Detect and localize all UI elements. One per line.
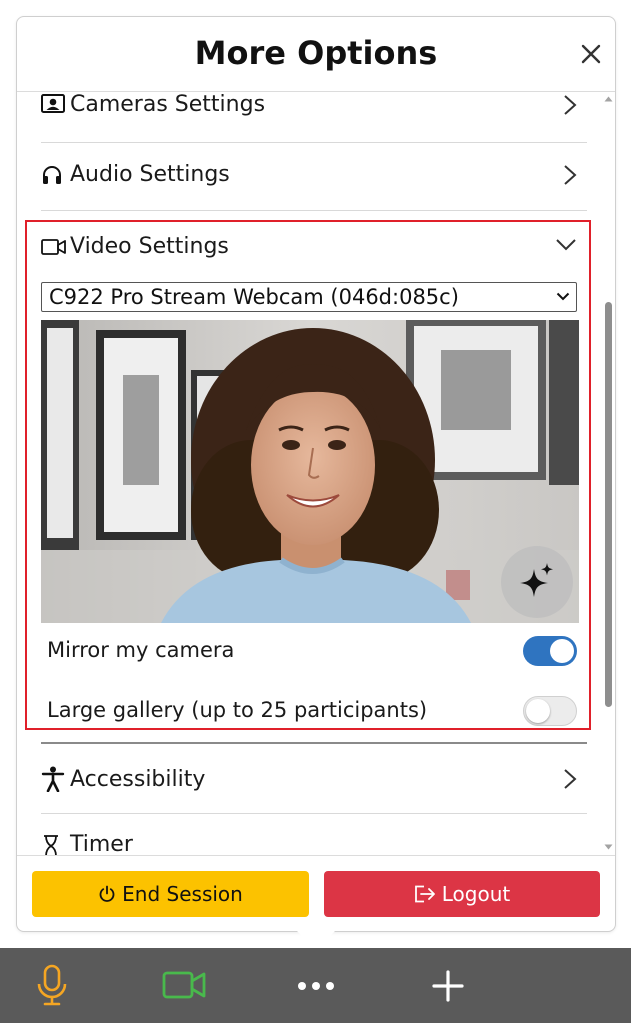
menu-item-label: Video Settings: [70, 234, 229, 259]
divider: [41, 813, 587, 814]
menu-item-timer[interactable]: Timer: [41, 820, 587, 856]
power-icon: [99, 885, 115, 902]
options-scroll-area: Cameras Settings Audio Settings Video Se…: [17, 92, 615, 856]
menu-item-accessibility[interactable]: Accessibility: [41, 746, 587, 812]
menu-item-cameras-settings[interactable]: Cameras Settings: [41, 92, 587, 156]
camera-preview-image: [41, 320, 579, 623]
divider: [41, 142, 587, 143]
person-accessibility-icon: [41, 766, 65, 792]
mirror-camera-toggle[interactable]: [523, 636, 577, 666]
close-icon: [581, 44, 601, 64]
sparkles-icon: [520, 563, 553, 597]
scrollbar-thumb[interactable]: [605, 302, 612, 707]
large-gallery-label: Large gallery (up to 25 participants): [47, 698, 428, 722]
toggle-knob: [550, 639, 574, 663]
menu-item-video-settings[interactable]: Video Settings: [41, 226, 577, 266]
mirror-camera-label: Mirror my camera: [47, 638, 235, 662]
chevron-right-icon: [564, 769, 577, 789]
toggle-knob: [526, 699, 550, 723]
menu-item-label: Accessibility: [70, 767, 206, 792]
camera-preview: [41, 320, 579, 623]
mirror-camera-row: Mirror my camera: [47, 632, 577, 672]
options-scrollbar[interactable]: [603, 92, 613, 856]
camera-select-value: C922 Pro Stream Webcam (046d:085c): [49, 285, 459, 309]
logout-button[interactable]: Logout: [324, 871, 600, 917]
camera-icon: [162, 971, 206, 999]
camera-select[interactable]: C922 Pro Stream Webcam (046d:085c): [41, 282, 577, 312]
bottom-toolbar: [0, 948, 631, 1023]
microphone-button[interactable]: [22, 962, 82, 1010]
chevron-down-icon: [556, 292, 570, 301]
camera-button[interactable]: [154, 962, 214, 1010]
panel-footer: End Session Logout: [17, 855, 615, 932]
plus-icon: [432, 970, 464, 1002]
menu-item-label: Timer: [70, 832, 133, 856]
video-camera-icon: [41, 239, 66, 255]
logout-icon: [414, 885, 435, 903]
menu-item-label: Audio Settings: [70, 162, 230, 187]
scroll-down-arrow-icon: [604, 844, 613, 850]
headphones-icon: [43, 166, 61, 184]
hourglass-icon: [44, 835, 58, 856]
divider: [41, 742, 587, 744]
logout-label: Logout: [441, 882, 511, 906]
background-effects-button[interactable]: [501, 546, 573, 618]
panel-title: More Options: [194, 34, 438, 72]
chevron-down-icon: [556, 239, 576, 251]
more-dots-icon: [298, 982, 334, 990]
end-session-label: End Session: [122, 882, 243, 906]
menu-item-label: Cameras Settings: [70, 92, 266, 117]
close-button[interactable]: [580, 43, 602, 65]
scroll-up-arrow-icon: [604, 96, 613, 102]
chevron-right-icon: [564, 95, 577, 115]
menu-item-audio-settings[interactable]: Audio Settings: [41, 150, 587, 216]
microphone-icon: [37, 964, 67, 1006]
chevron-right-icon: [564, 165, 577, 185]
panel-header: More Options: [17, 17, 615, 92]
add-button[interactable]: [418, 962, 478, 1010]
portrait-card-icon: [41, 94, 65, 113]
more-options-panel: More Options Cameras Settings Audio Sett…: [16, 16, 616, 932]
more-options-button[interactable]: [286, 962, 346, 1010]
divider: [41, 210, 587, 211]
large-gallery-row: Large gallery (up to 25 participants): [47, 692, 577, 732]
popover-caret: [296, 930, 336, 950]
large-gallery-toggle[interactable]: [523, 696, 577, 726]
video-settings-section: Video Settings C922 Pro Stream Webcam (0…: [25, 220, 591, 730]
end-session-button[interactable]: End Session: [32, 871, 309, 917]
